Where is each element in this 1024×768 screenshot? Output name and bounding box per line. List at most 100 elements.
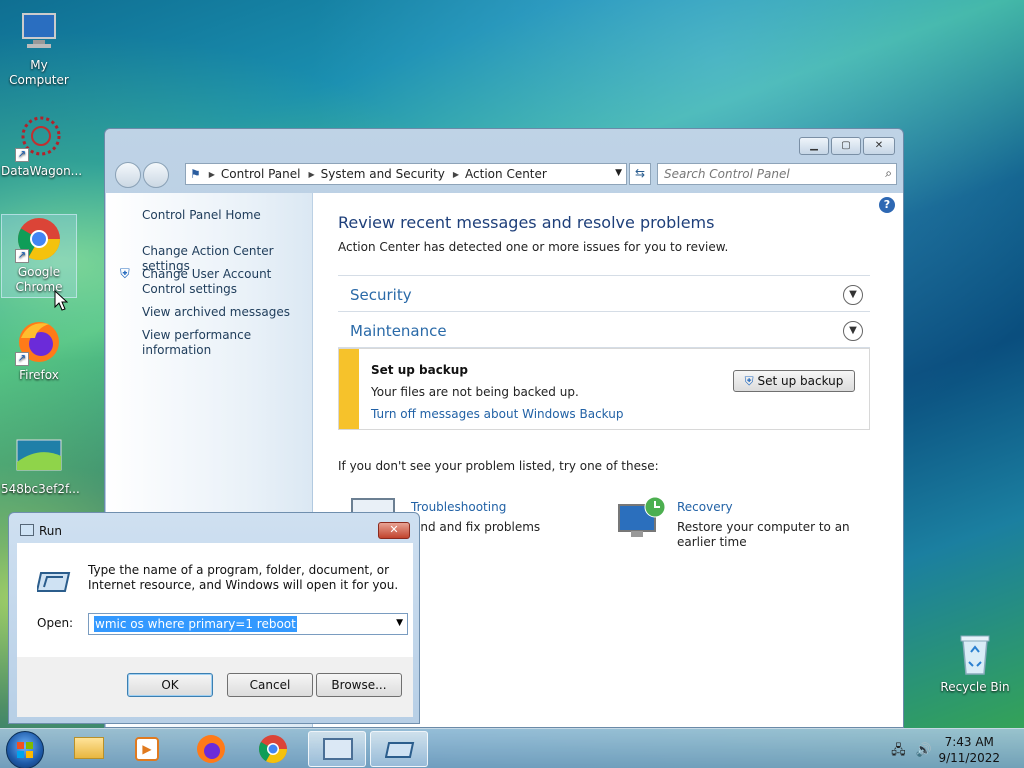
- desktop-icon-firefox[interactable]: ↗ Firefox: [1, 318, 77, 383]
- section-maintenance[interactable]: Maintenance: [350, 322, 447, 340]
- clock-date: 9/11/2022: [938, 751, 1000, 765]
- run-dialog-body: Type the name of a program, folder, docu…: [17, 543, 413, 657]
- folder-icon: [74, 737, 104, 759]
- volume-icon[interactable]: 🔊: [916, 743, 932, 758]
- link-control-panel-home[interactable]: Control Panel Home: [142, 208, 261, 223]
- recovery-desc-line2: earlier time: [677, 535, 747, 549]
- taskbar-explorer[interactable]: [62, 731, 116, 767]
- search-input[interactable]: Search Control Panel ⌕: [657, 163, 897, 185]
- forward-button[interactable]: [143, 162, 169, 188]
- system-tray: 🖧 🔊: [891, 741, 932, 763]
- image-thumbnail-icon: [15, 432, 63, 480]
- taskbar-chrome[interactable]: [246, 731, 300, 767]
- breadcrumb-system-and-security[interactable]: System and Security: [321, 167, 445, 181]
- taskbar: ▶ 🖧 🔊 7:43 AM 9/11/2022: [0, 728, 1024, 768]
- cancel-button[interactable]: Cancel: [227, 673, 313, 697]
- link-view-performance-information[interactable]: View performance information: [142, 328, 312, 358]
- run-dialog-footer: OK Cancel Browse...: [17, 657, 413, 717]
- clock-time: 7:43 AM: [944, 735, 994, 749]
- alternatives-prompt: If you don't see your problem listed, tr…: [338, 459, 659, 473]
- divider: [338, 311, 870, 312]
- security-expand-chevron-icon[interactable]: ▼: [843, 285, 863, 305]
- backup-message: Set up backup Your files are not being b…: [338, 348, 870, 430]
- search-placeholder: Search Control Panel: [664, 167, 790, 181]
- breadcrumb-separator-icon: ▶: [208, 169, 215, 179]
- run-close-button[interactable]: ✕: [378, 522, 410, 539]
- address-dropdown-icon[interactable]: ▼: [615, 168, 622, 178]
- uac-shield-icon: ⛨: [120, 267, 130, 282]
- recycle-bin-icon: [951, 630, 999, 678]
- warning-severity-bar: [339, 349, 359, 429]
- link-view-archived-messages[interactable]: View archived messages: [142, 305, 290, 320]
- open-combobox[interactable]: wmic os where primary=1 reboot ▼: [88, 613, 408, 635]
- chrome-icon: ↗: [15, 215, 63, 263]
- window-caption-buttons: ▁ ▢ ✕: [799, 137, 895, 155]
- navigation-bar: ⚑ ▶ Control Panel ▶ System and Security …: [113, 161, 897, 188]
- run-dialog: Run ✕ Type the name of a program, folder…: [8, 512, 420, 724]
- desktop-icon-label: 548bc3ef2f...: [1, 482, 80, 496]
- back-button[interactable]: [115, 162, 141, 188]
- media-player-icon: ▶: [135, 737, 159, 761]
- desktop-icon-google-chrome[interactable]: ↗ Google Chrome: [1, 214, 77, 298]
- shortcut-arrow-icon: ↗: [15, 352, 29, 366]
- breadcrumb-control-panel[interactable]: Control Panel: [221, 167, 301, 181]
- search-icon[interactable]: ⌕: [885, 166, 892, 181]
- recovery-icon: [615, 495, 667, 544]
- troubleshooting-desc: Find and fix problems: [411, 520, 541, 534]
- ok-button[interactable]: OK: [127, 673, 213, 697]
- recovery-title[interactable]: Recovery: [677, 500, 733, 514]
- datawagon-icon: ↗: [15, 114, 63, 162]
- recovery-item[interactable]: Recovery Restore your computer to an ear…: [615, 495, 865, 555]
- open-label: Open:: [37, 616, 74, 630]
- troubleshooting-title[interactable]: Troubleshooting: [411, 500, 506, 514]
- breadcrumb-separator-icon[interactable]: ▶: [453, 170, 459, 179]
- windows-logo-icon: [17, 742, 33, 758]
- uac-shield-icon: ⛨: [744, 374, 754, 388]
- chrome-icon: [259, 735, 287, 763]
- shortcut-arrow-icon: ↗: [15, 249, 29, 263]
- section-security[interactable]: Security: [350, 286, 412, 304]
- help-icon[interactable]: ?: [879, 197, 895, 213]
- combobox-dropdown-icon[interactable]: ▼: [396, 618, 403, 628]
- desktop-icon-my-computer[interactable]: My Computer: [1, 8, 77, 88]
- clock[interactable]: 7:43 AM 9/11/2022: [938, 734, 1000, 766]
- link-turn-off-backup-messages[interactable]: Turn off messages about Windows Backup: [371, 407, 623, 421]
- page-subtitle: Action Center has detected one or more i…: [338, 240, 729, 254]
- computer-icon: [15, 8, 63, 56]
- mouse-cursor-icon: [54, 290, 68, 311]
- run-program-icon: [35, 569, 71, 598]
- desktop-icon-image-file[interactable]: 548bc3ef2f...: [1, 432, 80, 497]
- network-icon[interactable]: 🖧: [891, 743, 906, 758]
- desktop-icon-datawagon[interactable]: ↗ DataWagon...: [1, 114, 82, 179]
- desktop-icon-label: Firefox: [19, 368, 59, 382]
- refresh-button[interactable]: ⇆: [629, 163, 651, 185]
- run-dialog-title: Run: [39, 524, 63, 538]
- close-button[interactable]: ✕: [863, 137, 895, 155]
- breadcrumb-action-center[interactable]: Action Center: [465, 167, 547, 181]
- taskbar-firefox[interactable]: [184, 731, 238, 767]
- minimize-button[interactable]: ▁: [799, 137, 829, 155]
- page-title: Review recent messages and resolve probl…: [338, 213, 715, 232]
- run-title-icon: [20, 524, 34, 536]
- link-change-uac-settings[interactable]: Change User Account Control settings: [142, 267, 310, 297]
- start-button[interactable]: [6, 731, 44, 768]
- shortcut-arrow-icon: ↗: [15, 148, 29, 162]
- run-description: Type the name of a program, folder, docu…: [88, 563, 399, 592]
- maximize-button[interactable]: ▢: [831, 137, 861, 155]
- set-up-backup-button[interactable]: ⛨ Set up backup: [733, 370, 855, 392]
- taskbar-media-player[interactable]: ▶: [120, 731, 174, 767]
- set-up-backup-label: Set up backup: [757, 374, 844, 388]
- breadcrumb-separator-icon[interactable]: ▶: [309, 170, 315, 179]
- taskbar-run[interactable]: [370, 731, 428, 767]
- browse-button[interactable]: Browse...: [316, 673, 402, 697]
- control-panel-icon: [323, 738, 353, 760]
- taskbar-control-panel[interactable]: [308, 731, 366, 767]
- maintenance-expand-chevron-icon[interactable]: ▼: [843, 321, 863, 341]
- address-bar[interactable]: ⚑ ▶ Control Panel ▶ System and Security …: [185, 163, 627, 185]
- desktop-icon-recycle-bin[interactable]: Recycle Bin: [937, 630, 1013, 695]
- divider: [338, 275, 870, 276]
- recovery-desc-line1: Restore your computer to an: [677, 520, 850, 534]
- firefox-icon: [197, 735, 225, 763]
- open-input-value[interactable]: wmic os where primary=1 reboot: [94, 616, 297, 632]
- firefox-icon: ↗: [15, 318, 63, 366]
